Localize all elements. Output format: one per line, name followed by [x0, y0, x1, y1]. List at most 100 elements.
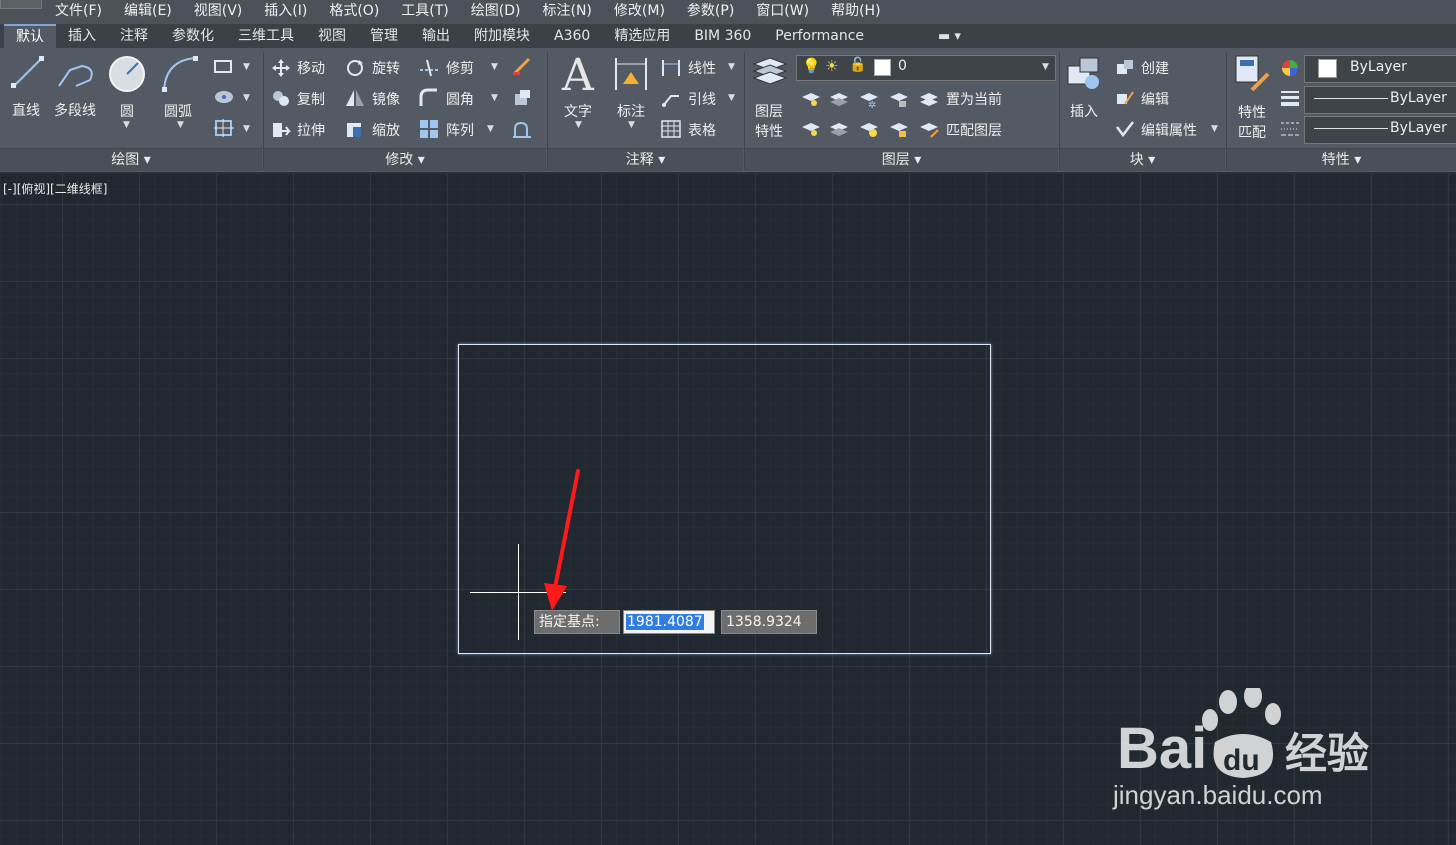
- trim-icon[interactable]: [419, 58, 439, 78]
- tab-parametric[interactable]: 参数化: [160, 24, 226, 48]
- edit-block-label[interactable]: 编辑: [1141, 89, 1169, 109]
- arc-dropdown-icon[interactable]: ▼: [177, 120, 184, 130]
- trim-label[interactable]: 修剪: [446, 58, 474, 78]
- boundary-dropdown-icon[interactable]: ▼: [243, 124, 250, 134]
- trim-dropdown-icon[interactable]: ▼: [491, 62, 498, 72]
- annotation-panel-title[interactable]: 注释 ▾: [548, 148, 743, 171]
- layer-panel-title[interactable]: 图层 ▾: [745, 148, 1058, 171]
- tab-3d-tools[interactable]: 三维工具: [226, 24, 306, 48]
- layer-isolate-icon[interactable]: [829, 89, 849, 109]
- layer-lock-icon[interactable]: [889, 89, 909, 109]
- rotate-label[interactable]: 旋转: [372, 58, 400, 78]
- fillet-dropdown-icon[interactable]: ▼: [491, 93, 498, 103]
- layer-unlock-icon[interactable]: [889, 119, 909, 139]
- rotate-icon[interactable]: [345, 58, 365, 78]
- color-wheel-icon[interactable]: [1280, 58, 1300, 78]
- menu-parametric[interactable]: 参数(P): [676, 0, 745, 24]
- boundary-icon[interactable]: [213, 118, 235, 138]
- dimension-icon[interactable]: [613, 56, 649, 92]
- application-button[interactable]: [0, 0, 42, 9]
- move-label[interactable]: 移动: [297, 58, 325, 78]
- array-label[interactable]: 阵列: [446, 120, 474, 140]
- offset-icon[interactable]: [512, 119, 532, 139]
- edit-block-icon[interactable]: [1115, 88, 1135, 108]
- arc-label[interactable]: 圆弧: [164, 101, 192, 121]
- create-block-label[interactable]: 创建: [1141, 58, 1169, 78]
- circle-icon[interactable]: [107, 54, 147, 94]
- array-icon[interactable]: [419, 119, 439, 139]
- layer-thaw-icon[interactable]: [859, 119, 879, 139]
- circle-dropdown-icon[interactable]: ▼: [123, 120, 130, 130]
- rectangle-dropdown-icon[interactable]: ▼: [243, 62, 250, 72]
- mirror-icon[interactable]: [345, 88, 365, 108]
- arc-icon[interactable]: [160, 54, 200, 94]
- edit-attributes-icon[interactable]: [1115, 119, 1135, 139]
- sun-icon[interactable]: ☀: [825, 57, 838, 75]
- match-properties-icon[interactable]: [1234, 54, 1272, 94]
- tab-default[interactable]: 默认: [4, 24, 56, 48]
- fillet-label[interactable]: 圆角: [446, 89, 474, 109]
- line-label[interactable]: 直线: [12, 100, 40, 120]
- match-layer-label[interactable]: 匹配图层: [946, 120, 1002, 140]
- linear-dropdown-icon[interactable]: ▼: [728, 62, 735, 72]
- tab-featured-apps[interactable]: 精选应用: [602, 24, 682, 48]
- mirror-label[interactable]: 镜像: [372, 89, 400, 109]
- create-block-icon[interactable]: [1115, 58, 1135, 78]
- lineweight-icon[interactable]: [1280, 88, 1300, 108]
- layer-on-icon[interactable]: [801, 119, 821, 139]
- tab-view[interactable]: 视图: [306, 24, 358, 48]
- text-label[interactable]: 文字: [564, 101, 592, 121]
- lock-icon[interactable]: 🔓: [849, 57, 866, 73]
- linear-label[interactable]: 线性: [688, 58, 716, 78]
- leader-dropdown-icon[interactable]: ▼: [728, 93, 735, 103]
- drawn-rectangle[interactable]: [458, 344, 991, 654]
- menu-insert[interactable]: 插入(I): [253, 0, 318, 24]
- tab-performance[interactable]: Performance: [763, 24, 876, 48]
- hatch-icon[interactable]: [213, 88, 235, 106]
- erase-icon[interactable]: [512, 56, 532, 76]
- block-panel-title[interactable]: 块 ▾: [1060, 148, 1225, 171]
- polyline-icon[interactable]: [56, 56, 100, 90]
- menu-file[interactable]: 文件(F): [44, 0, 113, 24]
- copy-label[interactable]: 复制: [297, 89, 325, 109]
- menu-draw[interactable]: 绘图(D): [460, 0, 532, 24]
- layer-properties-label-2[interactable]: 特性: [755, 121, 783, 141]
- match-layer-icon[interactable]: [919, 119, 939, 139]
- text-icon[interactable]: A: [562, 50, 594, 101]
- match-properties-label-2[interactable]: 匹配: [1238, 122, 1266, 142]
- ribbon-minimize-icon[interactable]: ▬ ▾: [938, 29, 961, 44]
- menu-tools[interactable]: 工具(T): [390, 0, 459, 24]
- circle-label[interactable]: 圆: [120, 101, 134, 121]
- tab-annotate[interactable]: 注释: [108, 24, 160, 48]
- insert-block-label[interactable]: 插入: [1070, 101, 1098, 121]
- dynamic-input-x-value[interactable]: 1981.4087: [626, 614, 704, 630]
- viewport-controls[interactable]: [-][俯视][二维线框]: [3, 180, 107, 197]
- copy-icon[interactable]: [271, 88, 291, 108]
- tab-insert[interactable]: 插入: [56, 24, 108, 48]
- hatch-dropdown-icon[interactable]: ▼: [243, 93, 250, 103]
- edit-attributes-label[interactable]: 编辑属性: [1141, 120, 1197, 140]
- edit-attributes-dropdown-icon[interactable]: ▼: [1211, 124, 1218, 134]
- fillet-icon[interactable]: [419, 88, 439, 108]
- dynamic-input-x[interactable]: 1981.4087: [623, 610, 715, 634]
- leader-label[interactable]: 引线: [688, 89, 716, 109]
- layer-dropdown-arrow-icon[interactable]: ▼: [1042, 62, 1049, 72]
- dimension-dropdown-icon[interactable]: ▼: [628, 120, 635, 130]
- menu-window[interactable]: 窗口(W): [745, 0, 820, 24]
- modify-panel-title[interactable]: 修改 ▾: [264, 148, 546, 171]
- menu-dimension[interactable]: 标注(N): [532, 0, 603, 24]
- menu-help[interactable]: 帮助(H): [820, 0, 891, 24]
- tab-a360[interactable]: A360: [542, 24, 602, 48]
- scale-icon[interactable]: [345, 119, 365, 139]
- layer-freeze-icon[interactable]: ✲: [859, 89, 879, 109]
- match-properties-label-1[interactable]: 特性: [1238, 102, 1266, 122]
- menu-format[interactable]: 格式(O): [318, 0, 390, 24]
- menu-view[interactable]: 视图(V): [183, 0, 254, 24]
- table-label[interactable]: 表格: [688, 120, 716, 140]
- properties-panel-title[interactable]: 特性 ▾: [1227, 148, 1456, 171]
- move-icon[interactable]: [271, 58, 291, 78]
- draw-panel-title[interactable]: 绘图 ▾: [0, 148, 262, 171]
- text-dropdown-icon[interactable]: ▼: [575, 120, 582, 130]
- array-dropdown-icon[interactable]: ▼: [487, 124, 494, 134]
- insert-block-icon[interactable]: [1066, 56, 1104, 92]
